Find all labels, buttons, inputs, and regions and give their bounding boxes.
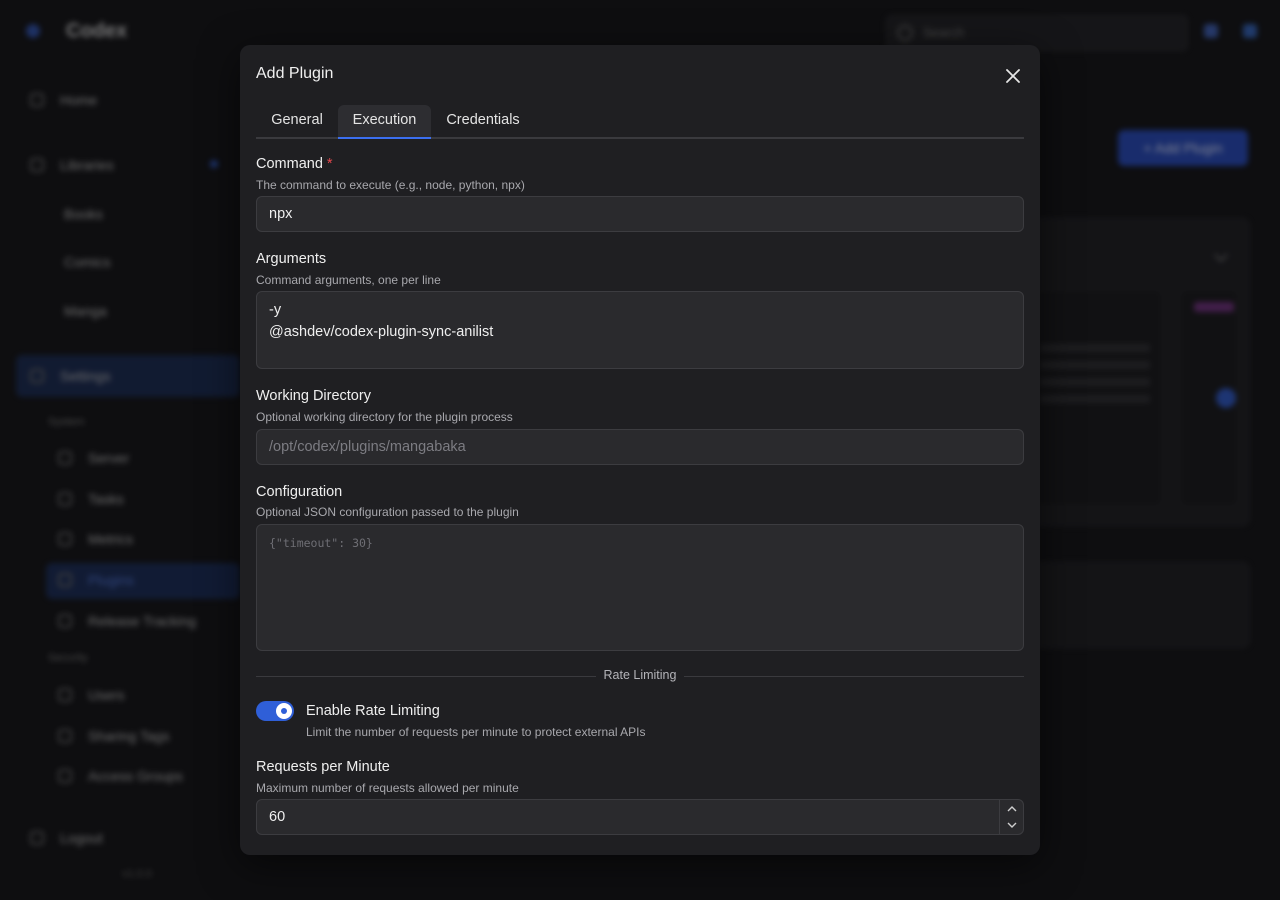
toggle-knob bbox=[276, 703, 292, 719]
sidebar-item-metrics: Metrics bbox=[58, 531, 134, 547]
tag-icon bbox=[58, 729, 72, 743]
sidebar-active-plugins-highlight bbox=[46, 563, 240, 599]
command-label-text: Command bbox=[256, 156, 323, 172]
enable-rate-limiting-description: Limit the number of requests per minute … bbox=[306, 725, 646, 739]
search-icon bbox=[897, 25, 913, 41]
sidebar-item-logout: Logout bbox=[30, 830, 103, 846]
configuration-label: Configuration bbox=[256, 484, 343, 500]
search-placeholder: Search bbox=[923, 25, 965, 40]
logout-icon bbox=[30, 831, 44, 845]
sidebar-item-manga: Manga bbox=[64, 303, 107, 319]
plugin-tag bbox=[1194, 302, 1234, 312]
plugin-icon bbox=[58, 573, 72, 587]
sidebar-item-tasks: Tasks bbox=[58, 491, 124, 507]
sidebar-item-server: Server bbox=[58, 450, 130, 466]
command-input[interactable] bbox=[256, 196, 1024, 232]
enable-rate-limiting-toggle[interactable] bbox=[256, 701, 294, 721]
sidebar-item-label: Home bbox=[60, 92, 98, 108]
sidebar-item-plugins: Plugins bbox=[58, 572, 134, 588]
configuration-textarea[interactable] bbox=[256, 524, 1024, 651]
sidebar-item-sharing-tags: Sharing Tags bbox=[58, 728, 170, 744]
release-icon bbox=[58, 614, 72, 628]
working-directory-input[interactable] bbox=[256, 429, 1024, 465]
requests-per-minute-input[interactable] bbox=[256, 799, 1024, 835]
home-icon bbox=[30, 93, 44, 107]
sidebar-item-label: Plugins bbox=[88, 572, 134, 588]
requests-per-minute-description: Maximum number of requests allowed per m… bbox=[256, 781, 519, 795]
sidebar-item-label: Release Tracking bbox=[88, 613, 197, 629]
tasks-icon bbox=[58, 492, 72, 506]
metrics-icon bbox=[58, 532, 72, 546]
sidebar-item-label: Tasks bbox=[88, 491, 124, 507]
app-title: Codex bbox=[66, 20, 128, 42]
sidebar-item-access-groups: Access Groups bbox=[58, 768, 183, 784]
server-icon bbox=[58, 451, 72, 465]
chevron-down-icon bbox=[1007, 822, 1017, 828]
sidebar-item-comics: Comics bbox=[64, 254, 111, 270]
add-plugin-dialog: Add Plugin General Execution Credentials… bbox=[240, 45, 1040, 855]
arguments-textarea[interactable] bbox=[256, 291, 1024, 369]
sidebar-item-home: Home bbox=[30, 92, 98, 108]
dialog-tabs: General Execution Credentials bbox=[256, 105, 1024, 139]
sidebar-item-books: Books bbox=[64, 206, 103, 222]
divider-line bbox=[256, 676, 596, 677]
sidebar-section-system: System bbox=[48, 416, 85, 428]
chevron-up-icon bbox=[1007, 806, 1017, 812]
command-description: The command to execute (e.g., node, pyth… bbox=[256, 178, 525, 192]
sidebar-item-label: Server bbox=[88, 450, 130, 466]
sidebar-item-label: Settings bbox=[60, 368, 111, 384]
required-marker: * bbox=[326, 156, 333, 172]
dialog-title: Add Plugin bbox=[256, 65, 334, 82]
working-directory-description: Optional working directory for the plugi… bbox=[256, 410, 513, 424]
sidebar-item-label: Sharing Tags bbox=[88, 728, 170, 744]
tab-general[interactable]: General bbox=[256, 105, 338, 137]
requests-per-minute-label: Requests per Minute bbox=[256, 759, 390, 775]
tab-execution[interactable]: Execution bbox=[338, 105, 431, 139]
settings-icon bbox=[1243, 24, 1257, 38]
configuration-description: Optional JSON configuration passed to th… bbox=[256, 505, 519, 519]
sidebar-item-label: Libraries bbox=[60, 157, 114, 173]
sidebar-item-release-tracking: Release Tracking bbox=[58, 613, 197, 629]
rate-limiting-divider-label: Rate Limiting bbox=[603, 668, 677, 682]
close-icon bbox=[1006, 69, 1020, 83]
sidebar-item-users: Users bbox=[58, 687, 125, 703]
plugin-card-text bbox=[1040, 344, 1150, 412]
libraries-badge bbox=[210, 160, 218, 168]
sidebar-item-label: Logout bbox=[60, 830, 103, 846]
decrement-button[interactable] bbox=[1000, 817, 1024, 834]
sidebar-item-settings: Settings bbox=[30, 368, 111, 384]
requests-per-minute-stepper bbox=[999, 800, 1024, 834]
divider-line bbox=[684, 676, 1024, 677]
working-directory-label: Working Directory bbox=[256, 388, 371, 404]
group-icon bbox=[58, 769, 72, 783]
arguments-label: Arguments bbox=[256, 251, 327, 267]
gear-icon bbox=[30, 369, 44, 383]
sidebar-item-libraries: Libraries bbox=[30, 157, 114, 173]
theme-icon bbox=[1204, 24, 1218, 38]
tab-credentials[interactable]: Credentials bbox=[431, 105, 535, 137]
logo-icon bbox=[26, 24, 40, 38]
command-label: Command * bbox=[256, 156, 333, 172]
sidebar-item-label: Access Groups bbox=[88, 768, 183, 784]
app-version: v1.0.0 bbox=[122, 868, 152, 880]
sidebar-active-settings-highlight bbox=[16, 355, 240, 397]
sidebar-item-label: Users bbox=[88, 687, 125, 703]
sidebar-item-label: Metrics bbox=[88, 531, 134, 547]
sidebar-section-security: Security bbox=[48, 652, 88, 664]
arguments-description: Command arguments, one per line bbox=[256, 273, 441, 287]
enable-rate-limiting-label: Enable Rate Limiting bbox=[306, 703, 440, 719]
library-icon bbox=[30, 158, 44, 172]
increment-button[interactable] bbox=[1000, 800, 1024, 817]
users-icon bbox=[58, 688, 72, 702]
plugin-status-dot bbox=[1216, 388, 1236, 408]
add-plugin-button: + Add Plugin bbox=[1118, 130, 1248, 166]
close-button[interactable] bbox=[1002, 65, 1024, 87]
